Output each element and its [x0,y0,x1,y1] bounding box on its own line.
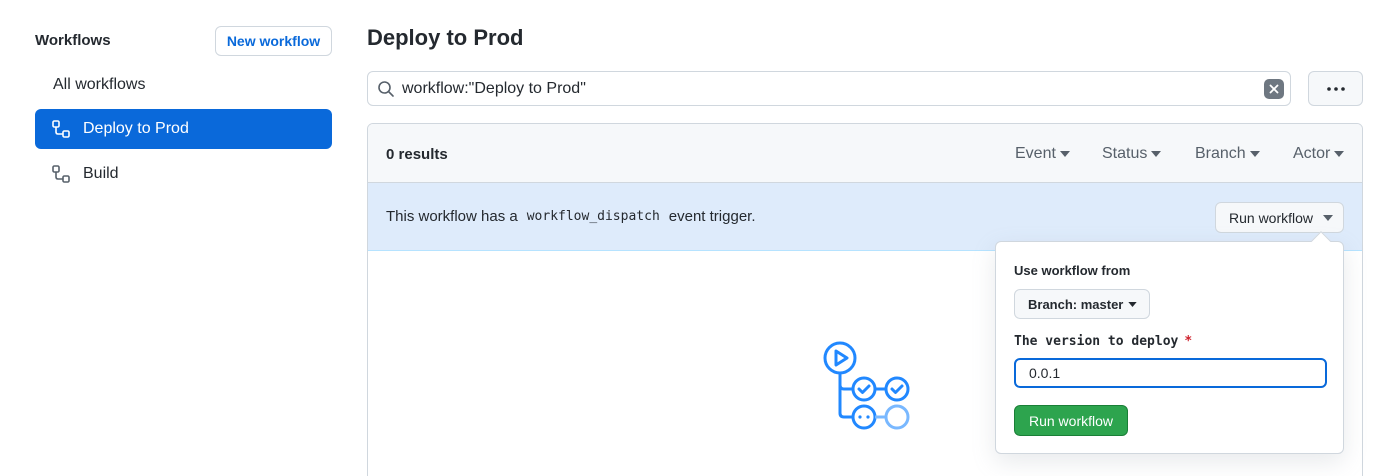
sidebar-item-build[interactable]: Build [35,154,332,194]
filter-status[interactable]: Status [1102,145,1162,163]
run-workflow-label: Run workflow [1229,209,1314,226]
dispatch-code: workflow_dispatch [526,209,660,224]
results-count: 0 results [386,146,448,163]
version-field-label: The version to deploy * [1014,334,1192,349]
filter-label: Actor [1293,145,1331,162]
search-icon [378,81,394,97]
workflow-icon [51,119,71,139]
filter-label: Branch [1195,145,1246,162]
page-title: Deploy to Prod [367,25,524,50]
chevron-down-icon [1334,151,1345,157]
filter-label: Status [1102,145,1148,162]
use-workflow-from-label: Use workflow from [1014,263,1131,278]
more-options-button[interactable] [1308,71,1363,106]
results-header: 0 results Event Status Branch Actor [368,124,1362,183]
search-box[interactable] [367,71,1291,106]
sidebar-item-deploy-to-prod[interactable]: Deploy to Prod [35,109,332,149]
dispatch-text-after: event trigger. [668,208,756,225]
workflow-icon [51,164,71,184]
version-label-text: The version to deploy [1014,334,1179,349]
branch-select-label: Branch: master [1028,296,1124,312]
close-icon[interactable] [1264,79,1284,99]
run-workflow-popover: Use workflow from Branch: master The ver… [995,241,1344,454]
search-input[interactable] [402,72,1242,105]
sidebar-title: Workflows [35,32,111,49]
kebab-horizontal-icon [1326,86,1345,91]
chevron-down-icon [1059,151,1070,157]
run-workflow-dropdown-button[interactable]: Run workflow [1215,202,1344,233]
new-workflow-button[interactable]: New workflow [215,26,332,56]
branch-select[interactable]: Branch: master [1014,289,1150,319]
chevron-down-icon [1249,151,1260,157]
dispatch-text: This workflow has a workflow_dispatch ev… [386,208,756,225]
sidebar-item-label: Build [83,165,119,182]
workflow-graph-icon [823,341,910,430]
run-workflow-submit-button[interactable]: Run workflow [1014,405,1128,436]
sidebar-item-label: All workflows [53,76,146,93]
sidebar-item-all-workflows[interactable]: All workflows [35,65,332,105]
filter-actor[interactable]: Actor [1293,145,1345,163]
chevron-down-icon [1323,214,1334,221]
dispatch-text-before: This workflow has a [386,208,518,225]
filter-event[interactable]: Event [1015,145,1070,163]
required-marker: * [1184,334,1193,349]
filter-label: Event [1015,145,1056,162]
sidebar-item-label: Deploy to Prod [83,120,189,137]
chevron-down-icon [1128,301,1138,307]
chevron-down-icon [1151,151,1162,157]
filter-branch[interactable]: Branch [1195,145,1260,163]
version-input[interactable] [1014,358,1327,388]
